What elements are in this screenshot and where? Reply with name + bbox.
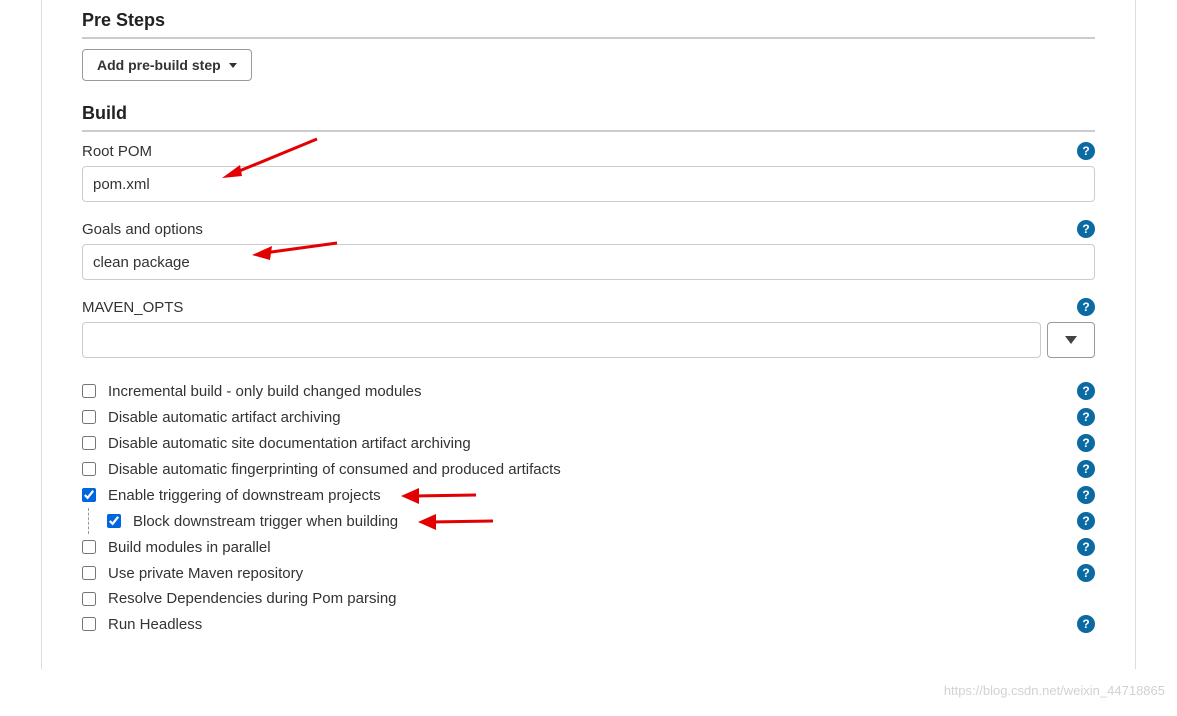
build-option-label[interactable]: Disable automatic site documentation art… — [108, 435, 471, 452]
build-option-row: Disable automatic artifact archiving? — [82, 404, 1095, 430]
root-pom-field-row: Root POM ? — [82, 142, 1095, 160]
add-pre-build-step-label: Add pre-build step — [97, 57, 221, 73]
build-option-checkbox[interactable] — [82, 436, 96, 450]
build-option-label[interactable]: Block downstream trigger when building — [133, 513, 398, 530]
build-option-row: Use private Maven repository? — [82, 560, 1095, 586]
build-title: Build — [82, 103, 1095, 132]
checkbox-left: Disable automatic fingerprinting of cons… — [82, 461, 561, 478]
build-options-list: Incremental build - only build changed m… — [82, 378, 1095, 637]
arrow-annotation-icon — [418, 511, 498, 533]
help-icon[interactable]: ? — [1077, 512, 1095, 530]
build-option-row: Build modules in parallel? — [82, 534, 1095, 560]
help-icon[interactable]: ? — [1077, 564, 1095, 582]
build-option-row: Disable automatic fingerprinting of cons… — [82, 456, 1095, 482]
checkbox-left: Block downstream trigger when building — [107, 513, 410, 530]
pre-steps-section: Pre Steps Add pre-build step — [82, 10, 1095, 81]
checkbox-left: Build modules in parallel — [82, 539, 271, 556]
help-icon[interactable]: ? — [1077, 615, 1095, 633]
build-option-label[interactable]: Run Headless — [108, 616, 202, 633]
build-option-checkbox[interactable] — [82, 410, 96, 424]
build-option-label[interactable]: Resolve Dependencies during Pom parsing — [108, 590, 397, 607]
build-section: Build Root POM ? Goals and options ? — [82, 103, 1095, 637]
goals-input[interactable] — [82, 244, 1095, 280]
help-icon[interactable]: ? — [1077, 298, 1095, 316]
checkbox-left: Disable automatic artifact archiving — [82, 409, 341, 426]
goals-field-row: Goals and options ? — [82, 220, 1095, 238]
build-option-checkbox[interactable] — [107, 514, 121, 528]
build-option-label[interactable]: Incremental build - only build changed m… — [108, 383, 422, 400]
triangle-down-icon — [1065, 336, 1077, 344]
root-pom-input[interactable] — [82, 166, 1095, 202]
help-icon[interactable]: ? — [1077, 408, 1095, 426]
maven-opts-field-row: MAVEN_OPTS ? — [82, 298, 1095, 316]
add-pre-build-step-button[interactable]: Add pre-build step — [82, 49, 252, 81]
nest-line — [88, 508, 89, 534]
help-icon[interactable]: ? — [1077, 434, 1095, 452]
root-pom-label: Root POM — [82, 143, 152, 160]
build-option-row: Disable automatic site documentation art… — [82, 430, 1095, 456]
help-icon[interactable]: ? — [1077, 486, 1095, 504]
checkbox-left: Use private Maven repository — [82, 565, 303, 582]
maven-opts-label: MAVEN_OPTS — [82, 299, 183, 316]
build-option-label[interactable]: Disable automatic artifact archiving — [108, 409, 341, 426]
checkbox-left: Incremental build - only build changed m… — [82, 383, 422, 400]
build-option-row: Resolve Dependencies during Pom parsing — [82, 586, 1095, 611]
help-icon[interactable]: ? — [1077, 538, 1095, 556]
help-icon[interactable]: ? — [1077, 382, 1095, 400]
build-option-label[interactable]: Disable automatic fingerprinting of cons… — [108, 461, 561, 478]
goals-label: Goals and options — [82, 221, 203, 238]
build-option-checkbox[interactable] — [82, 488, 96, 502]
help-icon[interactable]: ? — [1077, 220, 1095, 238]
build-option-row: Block downstream trigger when building? — [82, 508, 1095, 534]
checkbox-left: Enable triggering of downstream projects — [82, 487, 393, 504]
checkbox-left: Run Headless — [82, 616, 202, 633]
build-option-label[interactable]: Use private Maven repository — [108, 565, 303, 582]
build-option-row: Enable triggering of downstream projects… — [82, 482, 1095, 508]
build-option-checkbox[interactable] — [82, 592, 96, 606]
arrow-annotation-icon — [401, 485, 481, 507]
build-option-checkbox[interactable] — [82, 617, 96, 631]
help-icon[interactable]: ? — [1077, 460, 1095, 478]
maven-opts-input[interactable] — [82, 322, 1041, 358]
build-option-checkbox[interactable] — [82, 384, 96, 398]
build-option-row: Run Headless? — [82, 611, 1095, 637]
watermark-text: https://blog.csdn.net/weixin_44718865 — [944, 683, 1165, 698]
build-option-label[interactable]: Build modules in parallel — [108, 539, 271, 556]
pre-steps-title: Pre Steps — [82, 10, 1095, 39]
build-option-checkbox[interactable] — [82, 566, 96, 580]
build-option-checkbox[interactable] — [82, 540, 96, 554]
help-icon[interactable]: ? — [1077, 142, 1095, 160]
caret-down-icon — [229, 63, 237, 68]
expand-button[interactable] — [1047, 322, 1095, 358]
build-option-row: Incremental build - only build changed m… — [82, 378, 1095, 404]
build-option-label[interactable]: Enable triggering of downstream projects — [108, 487, 381, 504]
build-option-checkbox[interactable] — [82, 462, 96, 476]
checkbox-left: Disable automatic site documentation art… — [82, 435, 471, 452]
checkbox-left: Resolve Dependencies during Pom parsing — [82, 590, 397, 607]
